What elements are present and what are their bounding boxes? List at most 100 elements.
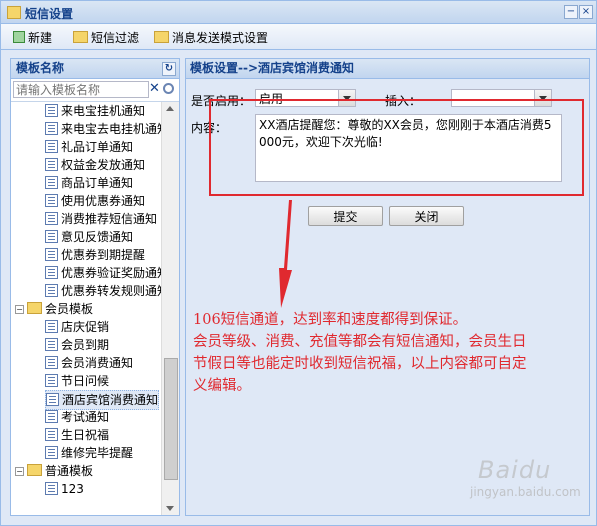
- document-icon: [45, 374, 58, 387]
- tree-item[interactable]: 意见反馈通知: [45, 228, 133, 246]
- highlight-box: [209, 99, 584, 196]
- settings-panel-title: 模板设置-->酒店宾馆消费通知: [190, 61, 355, 75]
- tree-item[interactable]: 123: [45, 480, 84, 498]
- document-icon: [45, 140, 58, 153]
- title-bar: 短信设置 − ×: [1, 1, 596, 24]
- new-button-label: 新建: [28, 31, 53, 45]
- document-icon: [45, 284, 58, 297]
- annotation-line-1: 106短信通道，达到率和速度都得到保证。: [193, 312, 468, 328]
- document-icon: [45, 248, 58, 261]
- document-icon: [45, 356, 58, 369]
- document-icon: [45, 122, 58, 135]
- tree-item[interactable]: 权益金发放通知: [45, 156, 145, 174]
- envelope-icon: [154, 31, 169, 43]
- new-icon: [13, 31, 25, 43]
- tree-item[interactable]: 使用优惠券通知: [45, 192, 145, 210]
- sms-filter-label: 短信过滤: [91, 31, 140, 45]
- template-panel-title: 模板名称: [16, 61, 65, 75]
- tree-item[interactable]: 礼品订单通知: [45, 138, 133, 156]
- document-icon: [45, 230, 58, 243]
- tree-item[interactable]: 来电宝挂机通知: [45, 102, 145, 120]
- tree-folder[interactable]: − 普通模板: [15, 462, 93, 480]
- envelope-icon: [73, 31, 88, 43]
- tree-scrollbar[interactable]: [161, 102, 179, 515]
- tree-item[interactable]: 来电宝去电挂机通知: [45, 120, 161, 138]
- template-search-row: ✕: [11, 79, 179, 102]
- tree-item-label: 礼品订单通知: [61, 140, 134, 154]
- tree-item-label: 会员模板: [45, 302, 94, 316]
- template-tree: 来电宝挂机通知来电宝去电挂机通知 礼品订单通知 权益金发放通知 商品订单通知使用优惠券…: [11, 102, 161, 515]
- window-title: 短信设置: [25, 7, 74, 21]
- template-tree-panel: 模板名称 ↻ ✕ 来电宝挂机通知来电宝去电挂机通知礼品订单通知权益金发放通知商品…: [10, 58, 180, 516]
- tree-item-label: 权益金发放通知: [61, 158, 146, 172]
- tree-item-label: 生日祝福: [61, 428, 110, 442]
- tree-item-label: 商品订单通知: [61, 176, 134, 190]
- close-button[interactable]: 关闭: [389, 206, 464, 226]
- tree-item-label: 来电宝挂机通知: [61, 104, 146, 118]
- collapse-icon[interactable]: −: [15, 305, 24, 314]
- refresh-icon[interactable]: ↻: [162, 62, 176, 76]
- send-mode-button[interactable]: 消息发送模式设置: [154, 29, 268, 46]
- tree-item-label: 来电宝去电挂机通知: [61, 122, 161, 136]
- window-icon: [7, 6, 21, 19]
- document-icon: [45, 410, 58, 423]
- baidu-watermark-url: jingyan.baidu.com: [470, 485, 581, 499]
- tree-item-label: 优惠券到期提醒: [61, 248, 146, 262]
- tree-item-label: 优惠券转发规则通知: [61, 284, 161, 298]
- collapse-icon[interactable]: −: [15, 467, 24, 476]
- tree-item-label: 会员到期: [61, 338, 110, 352]
- document-icon: [45, 212, 58, 225]
- document-icon: [45, 482, 58, 495]
- toolbar: 新建 短信过滤 消息发送模式设置: [1, 24, 596, 50]
- tree-item-label: 优惠券验证奖励通知: [61, 266, 161, 280]
- folder-icon: [27, 302, 42, 314]
- document-icon: [46, 393, 59, 406]
- tree-item-label: 消费推荐短信通知: [61, 212, 158, 226]
- document-icon: [45, 194, 58, 207]
- baidu-watermark: Baidu: [478, 456, 552, 484]
- scroll-up-icon[interactable]: [166, 106, 174, 111]
- tree-item-label: 普通模板: [45, 464, 94, 478]
- document-icon: [45, 428, 58, 441]
- annotation-line-4: 义编辑。: [193, 378, 251, 394]
- document-icon: [45, 338, 58, 351]
- tree-item[interactable]: 维修完毕提醒: [45, 444, 133, 462]
- tree-item[interactable]: 店庆促销: [45, 318, 109, 336]
- document-icon: [45, 320, 58, 333]
- search-icon[interactable]: [163, 83, 174, 94]
- tree-folder[interactable]: − 会员模板: [15, 300, 93, 318]
- document-icon: [45, 266, 58, 279]
- tree-item[interactable]: 优惠券到期提醒: [45, 246, 145, 264]
- template-panel-header: 模板名称 ↻: [11, 59, 179, 79]
- annotation-line-2: 会员等级、消费、充值等都会有短信通知，会员生日: [193, 334, 527, 350]
- scrollbar-thumb[interactable]: [164, 358, 178, 480]
- tree-item[interactable]: 优惠券验证奖励通知: [45, 264, 161, 282]
- tree-item[interactable]: 酒店宾馆消费通知: [45, 390, 160, 410]
- close-icon[interactable]: ×: [579, 5, 593, 19]
- tree-item[interactable]: 商品订单通知: [45, 174, 133, 192]
- tree-item-label: 123: [61, 482, 84, 496]
- send-mode-label: 消息发送模式设置: [172, 31, 269, 45]
- tree-item-label: 维修完毕提醒: [61, 446, 134, 460]
- document-icon: [45, 158, 58, 171]
- new-button[interactable]: 新建: [13, 29, 52, 46]
- tree-item[interactable]: 考试通知: [45, 408, 109, 426]
- tree-item[interactable]: 会员到期: [45, 336, 109, 354]
- document-icon: [45, 176, 58, 189]
- tree-item[interactable]: 消费推荐短信通知: [45, 210, 157, 228]
- template-search-input[interactable]: [13, 81, 149, 98]
- tree-item[interactable]: 节日问候: [45, 372, 109, 390]
- tree-item[interactable]: 生日祝福: [45, 426, 109, 444]
- tree-item-label: 酒店宾馆消费通知: [62, 393, 159, 407]
- annotation-text: 106短信通道，达到率和速度都得到保证。 会员等级、消费、充值等都会有短信通知，…: [193, 309, 527, 397]
- minimize-icon[interactable]: −: [564, 5, 578, 19]
- tree-item[interactable]: 会员消费通知: [45, 354, 133, 372]
- settings-panel-header: 模板设置-->酒店宾馆消费通知: [186, 59, 589, 79]
- tree-item[interactable]: 优惠券转发规则通知: [45, 282, 161, 300]
- document-icon: [45, 104, 58, 117]
- submit-button[interactable]: 提交: [308, 206, 383, 226]
- sms-filter-button[interactable]: 短信过滤: [73, 29, 139, 46]
- clear-search-icon[interactable]: ✕: [149, 81, 160, 96]
- scroll-down-icon[interactable]: [166, 506, 174, 511]
- tree-item-label: 会员消费通知: [61, 356, 134, 370]
